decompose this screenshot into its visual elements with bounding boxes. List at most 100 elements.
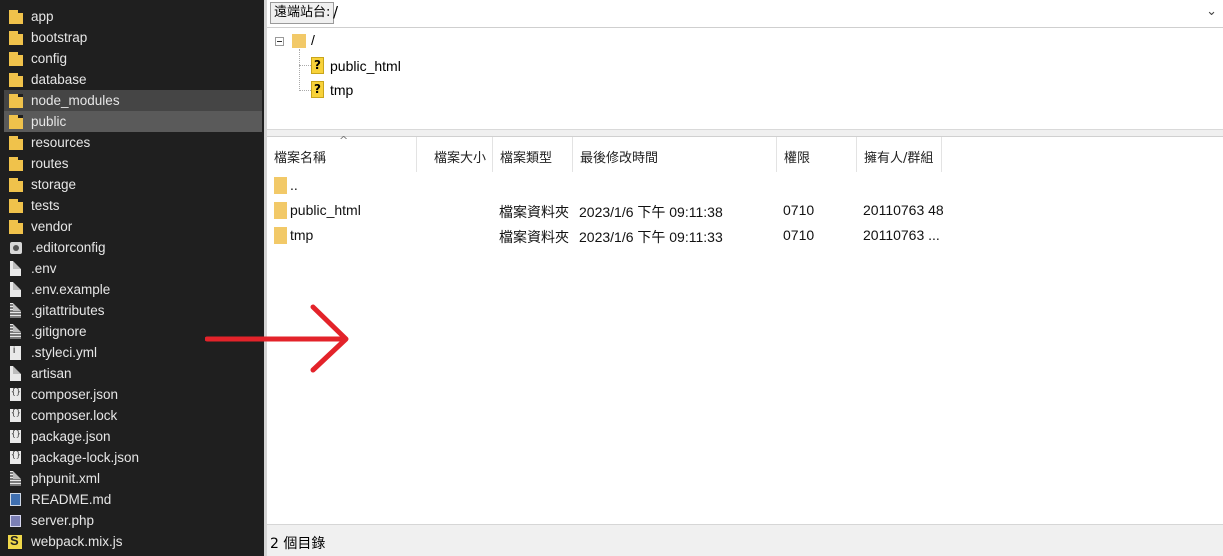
local-file-item[interactable]: database [4, 69, 262, 90]
status-bar: 2 個目錄 [267, 524, 1223, 556]
local-file-label: routes [31, 156, 69, 171]
local-file-label: .gitignore [31, 324, 87, 339]
unknown-folder-icon: ? [311, 81, 324, 98]
text-file-icon [10, 324, 21, 339]
local-file-item[interactable]: app [4, 6, 262, 27]
folder-icon [9, 198, 23, 213]
local-file-label: storage [31, 177, 77, 192]
local-file-label: artisan [31, 366, 72, 381]
local-file-item[interactable]: node_modules [4, 90, 262, 111]
local-file-item[interactable]: .editorconfig [4, 237, 262, 258]
local-file-label: vendor [31, 219, 73, 234]
php-file-icon [10, 514, 21, 527]
remote-file-list: 檔案名稱 ^ 檔案大小 檔案類型 最後修改時間 權限 擁有人/群組 .. pub… [267, 134, 1223, 524]
row-modified: 2023/1/6 下午 09:11:38 [579, 204, 723, 220]
local-file-label: .editorconfig [32, 240, 106, 255]
local-file-item[interactable]: webpack.mix.js [4, 531, 262, 552]
tree-item-tmp[interactable]: tmp [330, 82, 353, 98]
local-file-item[interactable]: bootstrap [4, 27, 262, 48]
local-file-item[interactable]: composer.json [4, 384, 262, 405]
chevron-down-icon[interactable]: ⌄ [1206, 4, 1217, 19]
local-file-item[interactable]: public [4, 111, 262, 132]
local-file-item[interactable]: storage [4, 174, 262, 195]
local-file-item[interactable]: vendor [4, 216, 262, 237]
local-file-item[interactable]: phpunit.xml [4, 468, 262, 489]
tree-root-label[interactable]: / [311, 32, 315, 48]
local-file-label: config [31, 51, 68, 66]
column-header-row: 檔案名稱 ^ 檔案大小 檔案類型 最後修改時間 權限 擁有人/群組 [267, 134, 1223, 172]
local-file-label: .gitattributes [31, 303, 105, 318]
local-file-label: database [31, 72, 87, 87]
folder-icon [9, 9, 23, 24]
markdown-file-icon [10, 493, 21, 506]
local-file-label: webpack.mix.js [31, 534, 123, 549]
column-header-name[interactable]: 檔案名稱 ^ [267, 134, 417, 172]
tree-line [299, 65, 311, 66]
row-permissions: 0710 [783, 227, 815, 243]
collapse-toggle-icon[interactable] [275, 37, 284, 46]
local-file-label: bootstrap [31, 30, 88, 45]
table-row[interactable]: tmp 檔案資料夾 2023/1/6 下午 09:11:33 0710 2011… [267, 223, 1223, 249]
local-file-item[interactable]: .env.example [4, 279, 262, 300]
local-file-label: composer.json [31, 387, 119, 402]
json-file-icon [10, 408, 21, 422]
local-file-item[interactable]: package.json [4, 426, 262, 447]
local-file-label: resources [31, 135, 91, 150]
table-row[interactable]: .. [267, 173, 1223, 199]
column-header-owner[interactable]: 擁有人/群組 [857, 137, 942, 172]
folder-icon [9, 72, 23, 87]
folder-icon [274, 177, 287, 194]
tree-line [299, 90, 311, 91]
local-file-item[interactable]: composer.lock [4, 405, 262, 426]
pane-divider[interactable] [267, 129, 1223, 137]
folder-icon [9, 156, 23, 171]
folder-icon [9, 177, 23, 192]
folder-icon [9, 135, 23, 150]
tree-item-public-html[interactable]: public_html [330, 58, 401, 74]
local-file-label: public [31, 114, 67, 129]
local-file-label: app [31, 9, 54, 24]
table-row[interactable]: public_html 檔案資料夾 2023/1/6 下午 09:11:38 0… [267, 198, 1223, 224]
row-owner: 20110763 48 [863, 202, 944, 218]
local-file-item[interactable]: routes [4, 153, 262, 174]
column-header-permissions[interactable]: 權限 [777, 137, 857, 172]
local-file-item[interactable]: .env [4, 258, 262, 279]
column-header-modified[interactable]: 最後修改時間 [573, 137, 777, 172]
column-header-label: 檔案名稱 [274, 151, 327, 166]
folder-icon [274, 202, 287, 219]
remote-directory-tree: / ? public_html ? tmp [267, 29, 1223, 129]
folder-icon [9, 51, 23, 66]
local-file-label: node_modules [31, 93, 120, 108]
local-file-label: package.json [31, 429, 111, 444]
folder-icon [9, 114, 23, 129]
row-type: 檔案資料夾 [499, 204, 569, 220]
row-name: tmp [290, 227, 314, 243]
folder-icon [292, 34, 306, 48]
remote-site-bar: 遠端站台: / ⌄ [267, 0, 1223, 28]
local-file-item[interactable]: config [4, 48, 262, 69]
gear-file-icon [10, 241, 22, 254]
column-header-size[interactable]: 檔案大小 [417, 137, 493, 172]
json-file-icon [10, 387, 21, 401]
row-owner: 20110763 ... [863, 227, 940, 243]
local-file-label: composer.lock [31, 408, 118, 423]
tree-line [299, 49, 300, 91]
local-file-item[interactable]: README.md [4, 489, 262, 510]
local-file-item[interactable]: server.php [4, 510, 262, 531]
folder-icon [9, 219, 23, 234]
folder-icon [274, 227, 287, 244]
json-file-icon [10, 429, 21, 443]
remote-path-input[interactable]: / [333, 3, 338, 21]
folder-icon [9, 30, 23, 45]
local-file-item[interactable]: package-lock.json [4, 447, 262, 468]
json-file-icon [10, 450, 21, 464]
text-file-icon [10, 471, 21, 486]
local-file-item[interactable]: tests [4, 195, 262, 216]
row-permissions: 0710 [783, 202, 815, 218]
local-file-item[interactable]: resources [4, 132, 262, 153]
local-file-label: server.php [31, 513, 95, 528]
row-type: 檔案資料夾 [499, 229, 569, 245]
column-header-type[interactable]: 檔案類型 [493, 137, 573, 172]
yml-file-icon [10, 345, 21, 360]
text-file-icon [10, 303, 21, 318]
